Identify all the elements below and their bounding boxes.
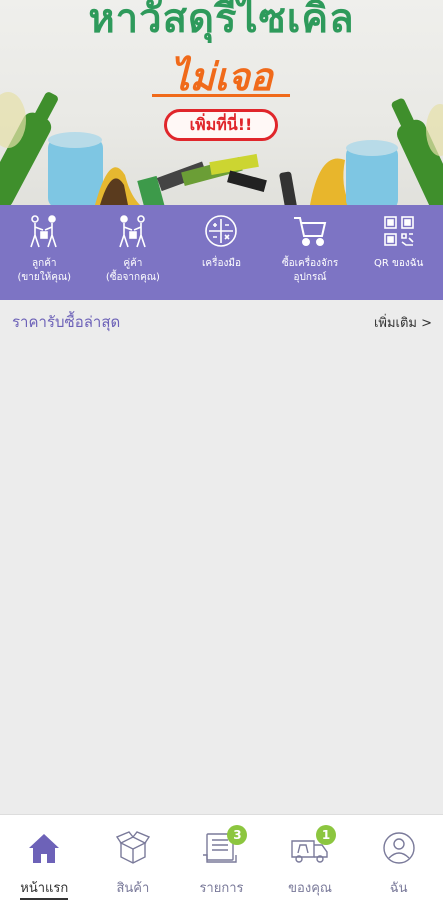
truck-icon: 1: [290, 825, 337, 867]
see-more-link[interactable]: เพิ่มเติม >: [374, 312, 432, 333]
menu-item-tools[interactable]: เครื่องมือ: [177, 205, 266, 300]
yours-badge: 1: [316, 825, 337, 845]
promo-banner[interactable]: หาวัสดุรีไซเคิล ไม่เจอ เพิ่มที่นี่!!: [0, 0, 443, 205]
nav-label-home: หน้าแรก: [20, 877, 69, 900]
menu-item-buy-machinery[interactable]: ซื้อเครื่องจักร อุปกรณ์: [266, 205, 355, 300]
menu-label-my-qr: QR ของฉัน: [373, 258, 424, 269]
menu-item-partners[interactable]: คู่ค้า (ซื้อจากคุณ): [89, 205, 178, 300]
shopping-cart-icon: [292, 213, 328, 249]
latest-prices-title: ราคารับซื้อล่าสุด: [12, 313, 121, 331]
menu-label-customers: ลูกค้า (ขายให้คุณ): [17, 258, 72, 283]
calculator-icon: [203, 213, 239, 249]
nav-yours[interactable]: 1 ของคุณ: [266, 815, 355, 900]
menu-label-tools: เครื่องมือ: [202, 258, 241, 269]
customer-handshake-icon: [26, 213, 62, 249]
nav-home[interactable]: หน้าแรก: [0, 815, 89, 900]
receipt-icon: 3: [201, 825, 248, 867]
nav-label-products: สินค้า: [116, 881, 150, 896]
box-icon: [113, 829, 153, 867]
recyclables-illustration: [0, 92, 443, 205]
nav-me[interactable]: ฉัน: [354, 815, 443, 900]
menu-item-customers[interactable]: ลูกค้า (ขายให้คุณ): [0, 205, 89, 300]
profile-icon: [379, 829, 419, 867]
nav-orders[interactable]: 3 รายการ: [177, 815, 266, 900]
quick-menu-bar: ลูกค้า (ขายให้คุณ) คู่ค้า (ซื้อจากคุณ) เ…: [0, 205, 443, 300]
nav-label-yours: ของคุณ: [288, 881, 332, 896]
menu-label-partners: คู่ค้า (ซื้อจากคุณ): [105, 258, 160, 283]
orders-badge: 3: [227, 825, 248, 845]
home-icon: [24, 829, 64, 867]
menu-label-buy-machinery: ซื้อเครื่องจักร อุปกรณ์: [281, 258, 339, 283]
partner-handshake-icon: [115, 213, 151, 249]
bottom-navigation: หน้าแรก สินค้า 3 รายการ 1 ของคุณ ฉัน: [0, 814, 443, 900]
qr-code-icon: [381, 213, 417, 249]
nav-label-orders: รายการ: [199, 881, 244, 896]
nav-label-me: ฉัน: [389, 881, 408, 896]
nav-products[interactable]: สินค้า: [89, 815, 178, 900]
menu-item-my-qr[interactable]: QR ของฉัน: [354, 205, 443, 300]
latest-prices-header: ราคารับซื้อล่าสุด เพิ่มเติม >: [12, 310, 432, 334]
